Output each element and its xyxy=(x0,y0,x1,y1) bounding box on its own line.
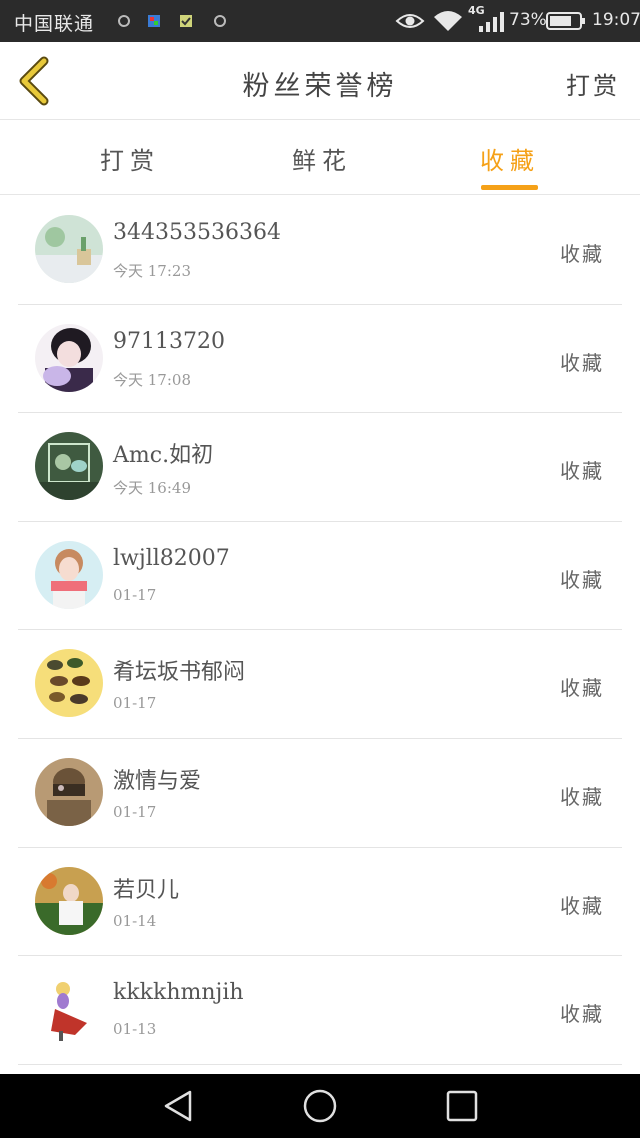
fan-name: 激情与爱 xyxy=(113,768,202,794)
fan-time: 今天 17:08 xyxy=(113,370,191,389)
signal-icon xyxy=(479,12,504,32)
battery-percent: 73% xyxy=(509,10,547,30)
fan-name: 若贝儿 xyxy=(113,877,180,903)
square-recent-icon[interactable] xyxy=(444,1088,480,1124)
eye-comfort-icon xyxy=(395,14,425,28)
list-item[interactable]: 97113720 今天 17:08 收藏 xyxy=(18,305,622,414)
avatar xyxy=(35,975,103,1044)
fan-action: 收藏 xyxy=(560,784,604,809)
fan-time: 01-13 xyxy=(113,1020,157,1039)
fan-name: kkkkhmnjih xyxy=(113,980,244,1006)
tab-bar: 打赏 鲜花 收藏 xyxy=(0,121,640,195)
fan-time: 01-14 xyxy=(113,911,157,930)
list-item[interactable]: lwjll82007 01-17 收藏 xyxy=(18,522,622,631)
fan-name: 344353536364 xyxy=(113,220,281,245)
fan-action: 收藏 xyxy=(560,567,604,592)
fan-time: 今天 17:23 xyxy=(113,262,191,280)
avatar xyxy=(35,649,103,718)
tab-reward[interactable]: 打赏 xyxy=(70,141,190,176)
tab-flowers[interactable]: 鲜花 xyxy=(262,141,382,176)
tab-favorites[interactable]: 收藏 xyxy=(450,141,570,176)
fan-action: 收藏 xyxy=(560,242,604,266)
fan-action: 收藏 xyxy=(560,893,604,918)
avatar xyxy=(35,540,103,609)
notification-icon xyxy=(214,15,226,27)
fan-action: 收藏 xyxy=(560,676,604,701)
fan-action: 收藏 xyxy=(560,459,604,484)
list-item[interactable]: 肴坛坂书郁闷 01-17 收藏 xyxy=(18,630,622,739)
triangle-back-icon[interactable] xyxy=(160,1088,196,1124)
status-bar: 中国联通 4G 73% 19:07 xyxy=(0,0,640,42)
app-header: 粉丝荣誉榜 打赏 xyxy=(0,42,640,120)
list-item[interactable]: kkkkhmnjih 01-13 收藏 xyxy=(18,956,622,1065)
fan-name: 肴坛坂书郁闷 xyxy=(113,660,246,686)
list-item[interactable]: Amc.如初 今天 16:49 收藏 xyxy=(18,413,622,522)
fan-name: 97113720 xyxy=(113,328,225,354)
fan-time: 01-17 xyxy=(113,694,157,713)
circle-home-icon[interactable] xyxy=(302,1088,338,1124)
active-tab-indicator xyxy=(481,185,538,190)
wifi-icon xyxy=(434,11,462,31)
reward-button[interactable]: 打赏 xyxy=(566,66,620,101)
avatar xyxy=(35,757,103,826)
app-notification-icon xyxy=(148,15,160,27)
fan-time: 01-17 xyxy=(113,802,157,821)
list-item[interactable]: 激情与爱 01-17 收藏 xyxy=(18,739,622,848)
fan-time: 今天 16:49 xyxy=(113,479,191,498)
list-item[interactable]: 344353536364 今天 17:23 收藏 xyxy=(18,196,622,305)
fan-time: 01-17 xyxy=(113,585,157,604)
page-title: 粉丝荣誉榜 xyxy=(242,71,398,102)
battery-icon xyxy=(546,12,585,30)
list-item[interactable]: 若贝儿 01-14 收藏 xyxy=(18,848,622,957)
carrier-name: 中国联通 xyxy=(14,13,95,35)
fan-name: Amc.如初 xyxy=(113,443,214,469)
fan-list: 344353536364 今天 17:23 收藏 97113720 今天 17:… xyxy=(0,196,640,1065)
fan-action: 收藏 xyxy=(560,350,604,375)
avatar xyxy=(35,866,103,935)
fan-action: 收藏 xyxy=(560,1002,604,1027)
avatar xyxy=(35,432,103,501)
app-notification-icon xyxy=(180,15,192,27)
avatar xyxy=(35,323,103,392)
system-nav-bar xyxy=(0,1074,640,1138)
clock: 19:07 xyxy=(592,10,640,30)
notification-icon xyxy=(118,15,130,27)
avatar xyxy=(35,215,103,283)
fan-name: lwjll82007 xyxy=(113,545,230,571)
